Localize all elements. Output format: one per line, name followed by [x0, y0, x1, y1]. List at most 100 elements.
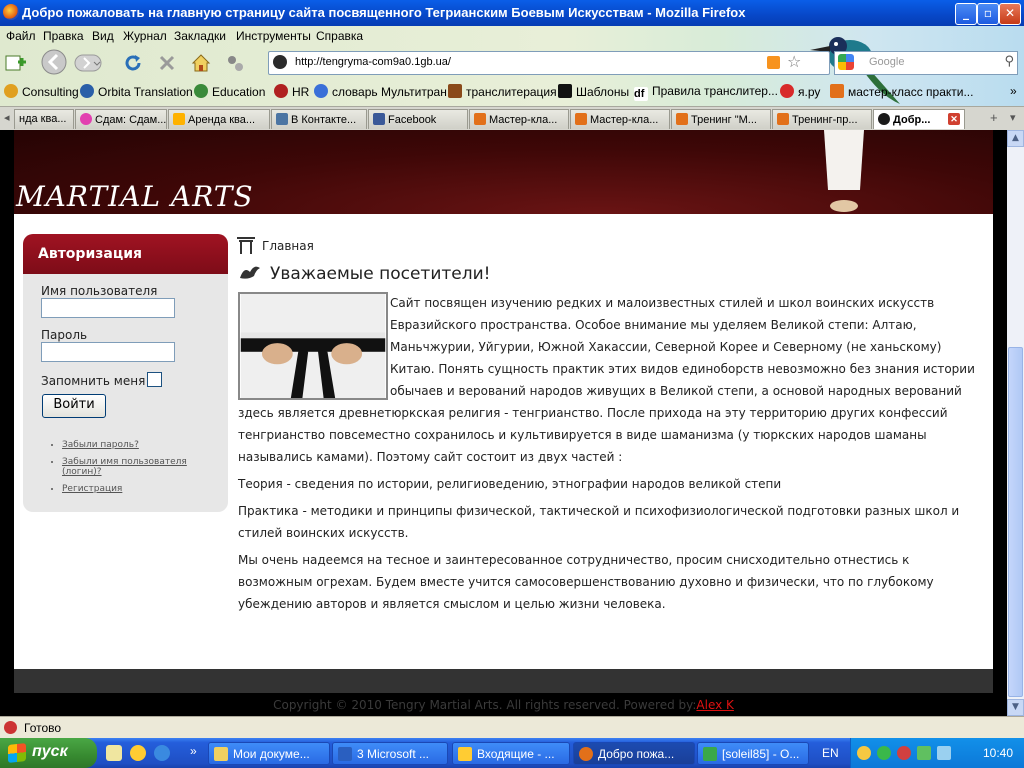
site-icon — [878, 113, 890, 125]
menu-tools[interactable]: Инструменты — [236, 29, 311, 43]
menu-history[interactable]: Журнал — [123, 29, 167, 43]
tab-scroll-left-icon[interactable]: ◂ — [4, 111, 10, 124]
menu-bar: Файл Правка Вид Журнал Закладки Инструме… — [0, 26, 1024, 46]
back-button-icon[interactable] — [40, 49, 72, 75]
url-text[interactable]: http://tengryma-com9a0.1gb.ua/ — [295, 56, 451, 68]
home-icon[interactable] — [190, 52, 212, 74]
address-bar[interactable]: http://tengryma-com9a0.1gb.ua/ ☆ — [268, 51, 830, 75]
tab-active[interactable]: Добр... ✕ — [873, 109, 965, 129]
menu-edit[interactable]: Правка — [43, 29, 84, 43]
tab-7[interactable]: Мастер-кла... — [570, 109, 670, 129]
copyright-text: Copyright © 2010 Tengry Martial Arts. Al… — [273, 698, 697, 712]
bookmark-orbita[interactable]: Orbita Translation — [80, 84, 193, 99]
scroll-down-icon[interactable]: ▼ — [1007, 699, 1024, 716]
tab-6[interactable]: Мастер-кла... — [469, 109, 569, 129]
tab-1[interactable]: нда ква... — [14, 109, 74, 129]
language-indicator[interactable]: EN — [822, 746, 839, 760]
stop-icon[interactable] — [156, 52, 178, 74]
clock[interactable]: 10:40 — [983, 746, 1013, 760]
remember-checkbox[interactable] — [147, 372, 162, 387]
folder-icon — [214, 747, 228, 761]
reload-icon[interactable] — [122, 52, 144, 74]
google-icon[interactable] — [838, 54, 854, 70]
windows-taskbar: пуск » Мои докуме... 3 Microsoft ... Вхо… — [0, 738, 1024, 768]
register-link[interactable]: Регистрация — [62, 484, 122, 494]
site-logo[interactable]: MARTIAL ARTS — [16, 180, 254, 213]
menu-bookmarks[interactable]: Закладки — [174, 29, 226, 43]
trn-icon — [830, 84, 844, 98]
tray-network-icon[interactable] — [917, 746, 931, 760]
bookmark-star-icon[interactable]: ☆ — [787, 52, 801, 71]
tray-mail-icon[interactable] — [857, 746, 871, 760]
search-icon[interactable]: ⚲ — [1004, 54, 1014, 69]
tab-9[interactable]: Тренинг-пр... — [772, 109, 872, 129]
maximize-button[interactable]: ▫ — [977, 3, 999, 25]
tab-3[interactable]: Аренда ква... — [168, 109, 270, 129]
bookmark-consulting[interactable]: Consulting — [4, 84, 79, 99]
bookmark-translit[interactable]: транслитерация — [448, 84, 557, 99]
scroll-up-icon[interactable]: ▲ — [1007, 130, 1024, 147]
bookmark-hr[interactable]: HR — [274, 84, 309, 99]
dragon-icon — [240, 266, 260, 279]
start-button[interactable]: пуск — [0, 738, 97, 768]
menu-file[interactable]: Файл — [6, 29, 36, 43]
author-link[interactable]: Alex K — [696, 698, 734, 712]
tray-volume-icon[interactable] — [937, 746, 951, 760]
bookmark-df[interactable]: df Правила транслитер... — [634, 84, 778, 101]
menu-help[interactable]: Справка — [316, 29, 363, 43]
tray-check-icon[interactable] — [877, 746, 891, 760]
tab-8[interactable]: Тренинг "М... — [671, 109, 771, 129]
quicklaunch-ie-icon[interactable] — [154, 745, 170, 761]
taskbar-item-chat[interactable]: [soleil85] - О... — [697, 742, 809, 765]
tray-heart-icon[interactable] — [897, 746, 911, 760]
bookmarks-overflow-chevron-icon[interactable]: » — [1010, 84, 1017, 98]
trn-icon — [676, 113, 688, 125]
bookmark-ya[interactable]: я.ру — [780, 84, 820, 99]
new-tab-plus-icon[interactable]: + — [990, 110, 998, 125]
page-title: Уважаемые посетители! — [238, 262, 490, 284]
trn-icon — [575, 113, 587, 125]
taskbar-item-firefox[interactable]: Добро пожа... — [573, 742, 695, 765]
forgot-password-link[interactable]: Забыли пароль? — [62, 440, 139, 450]
close-tab-icon[interactable]: ✕ — [948, 113, 960, 125]
new-tab-icon[interactable] — [4, 52, 26, 74]
taskbar-item-mail[interactable]: Входящие - ... — [452, 742, 570, 765]
tab-5[interactable]: Facebook — [368, 109, 468, 129]
breadcrumb: Главная — [236, 236, 314, 254]
facebook-icon — [373, 113, 385, 125]
forward-button-icon[interactable] — [74, 52, 102, 74]
bookmark-trn[interactable]: мастер-класс практи... — [830, 84, 973, 99]
menu-view[interactable]: Вид — [92, 29, 114, 43]
close-window-button[interactable]: ✕ — [999, 3, 1021, 25]
taskbar-item-word[interactable]: 3 Microsoft ... — [332, 742, 448, 765]
breadcrumb-home[interactable]: Главная — [262, 239, 314, 253]
templates-icon — [558, 84, 572, 98]
page-scrollbar[interactable]: ▲ ▼ — [1007, 130, 1024, 716]
tab-2[interactable]: Сдам: Сдам... — [75, 109, 167, 129]
quicklaunch-overflow-icon[interactable]: » — [190, 744, 197, 758]
education-icon — [194, 84, 208, 98]
search-placeholder[interactable]: Google — [869, 56, 904, 68]
taskbar-item-documents[interactable]: Мои докуме... — [208, 742, 330, 765]
window-title-bar: Добро пожаловать на главную страницу сай… — [0, 0, 1024, 26]
firefox-icon — [579, 747, 593, 761]
footer-bar — [14, 669, 993, 693]
username-input[interactable] — [41, 298, 175, 318]
tab-list-icon[interactable]: ▾ — [1010, 111, 1016, 124]
chat-icon — [703, 747, 717, 761]
bookmark-multitran[interactable]: словарь Мультитран — [314, 84, 447, 99]
forgot-username-link[interactable]: Забыли имя пользователя (логин)? — [62, 457, 187, 477]
quicklaunch-mail-icon[interactable] — [130, 745, 146, 761]
minimize-button[interactable]: _ — [955, 3, 977, 25]
login-button[interactable]: Войти — [42, 394, 106, 418]
bookmark-education[interactable]: Education — [194, 84, 265, 99]
password-input[interactable] — [41, 342, 175, 362]
bookmark-templates[interactable]: Шаблоны — [558, 84, 629, 99]
scroll-thumb[interactable] — [1008, 347, 1023, 697]
search-box[interactable]: Google ⚲ — [834, 51, 1018, 75]
karate-belt-photo — [238, 292, 388, 400]
addon-icon[interactable] — [224, 52, 246, 74]
tab-4[interactable]: В Контакте... — [271, 109, 367, 129]
rss-feed-icon[interactable] — [767, 56, 780, 69]
quicklaunch-explorer-icon[interactable] — [106, 745, 122, 761]
